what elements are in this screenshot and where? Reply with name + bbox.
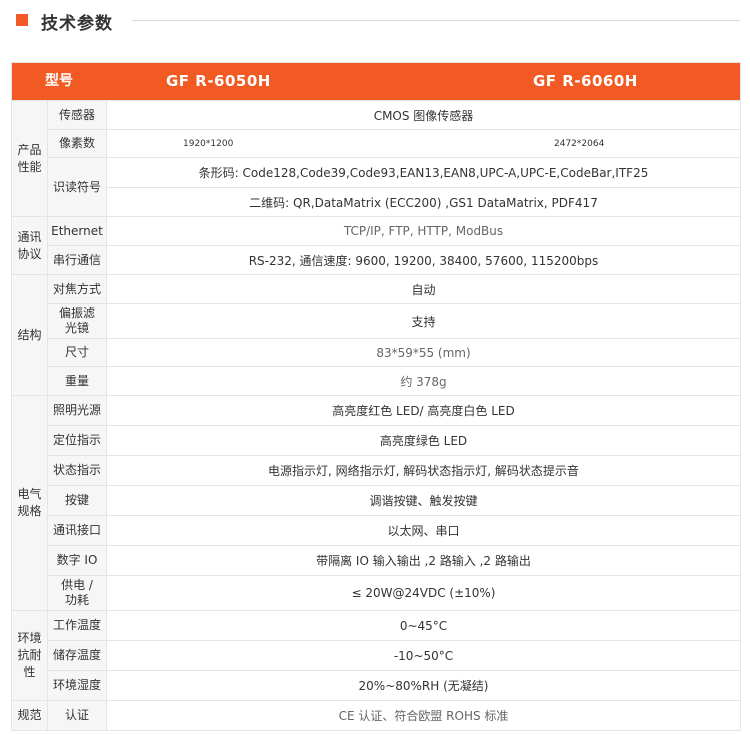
qrcode-value: 二维码: QR,DataMatrix (ECC200) ,GS1 DataMat… xyxy=(249,195,598,210)
row-value: 高亮度绿色 LED xyxy=(379,434,468,448)
group-communication: 通讯 协议 Ethernet TCP/IP, FTP, HTTP, ModBus… xyxy=(12,216,740,274)
table-row: 储存温度 -10~50°C xyxy=(48,640,740,670)
row-label: 认证 xyxy=(48,701,107,730)
row-label: 供电 / 功耗 xyxy=(48,576,107,610)
table-row: 识读符号 条形码: Code128,Code39,Code93,EAN13,EA… xyxy=(48,157,740,216)
table-row: 传感器 CMOS 图像传感器 xyxy=(48,101,740,129)
row-value: 以太网、串口 xyxy=(387,524,460,538)
model-6060h: GF R-6060H xyxy=(533,72,638,90)
model-label: 型号 xyxy=(45,73,73,89)
table-row: 偏振滤 光镜 支持 xyxy=(48,303,740,338)
group-label: 产品 性能 xyxy=(12,101,48,216)
group-label: 通讯 协议 xyxy=(12,217,48,274)
row-label: 像素数 xyxy=(48,130,107,157)
table-row: 重量 约 378g xyxy=(48,366,740,395)
row-label: 储存温度 xyxy=(48,641,107,670)
row-label: 数字 IO xyxy=(48,546,107,575)
row-label: 定位指示 xyxy=(48,426,107,455)
row-label: 偏振滤 光镜 xyxy=(48,304,107,338)
group-structure: 结构 对焦方式 自动 偏振滤 光镜 支持 尺寸 83*59*55 (mm) 重量… xyxy=(12,274,740,395)
row-value: 调谐按键、触发按键 xyxy=(369,494,478,508)
section-title: 技术参数 xyxy=(41,14,113,34)
group-product-performance: 产品 性能 传感器 CMOS 图像传感器 像素数 1920*1200 2472*… xyxy=(12,100,740,216)
row-value: 约 378g xyxy=(400,374,447,389)
row-label: 照明光源 xyxy=(48,396,107,425)
row-value: CMOS 图像传感器 xyxy=(373,108,474,123)
row-label: 对焦方式 xyxy=(48,275,107,303)
row-value: 1920*1200 2472*2064 xyxy=(107,130,740,157)
group-standards: 规范 认证 CE 认证、符合欧盟 ROHS 标准 xyxy=(12,700,740,730)
row-value: 20%~80%RH (无凝结) xyxy=(358,679,489,693)
group-electrical: 电气 规格 照明光源 高亮度红色 LED/ 高亮度白色 LED 定位指示 高亮度… xyxy=(12,395,740,610)
pixel-value-6050h: 1920*1200 xyxy=(183,138,234,149)
table-row: 通讯接口 以太网、串口 xyxy=(48,515,740,545)
row-value: TCP/IP, FTP, HTTP, ModBus xyxy=(343,224,504,238)
table-body: 产品 性能 传感器 CMOS 图像传感器 像素数 1920*1200 2472*… xyxy=(12,100,740,730)
row-value: 电源指示灯, 网络指示灯, 解码状态指示灯, 解码状态提示音 xyxy=(268,464,579,478)
row-label: 工作温度 xyxy=(48,611,107,640)
table-row: 尺寸 83*59*55 (mm) xyxy=(48,338,740,366)
table-row: 环境湿度 20%~80%RH (无凝结) xyxy=(48,670,740,700)
table-row: 数字 IO 带隔离 IO 输入输出 ,2 路输入 ,2 路输出 xyxy=(48,545,740,575)
table-header-row: 型号 GF R-6050H GF R-6060H xyxy=(12,63,740,100)
group-environment: 环境 抗耐 性 工作温度 0~45°C 储存温度 -10~50°C 环境湿度 2… xyxy=(12,610,740,700)
pixel-value-6060h: 2472*2064 xyxy=(554,138,605,149)
row-label: 串行通信 xyxy=(48,246,107,274)
row-label: 重量 xyxy=(48,367,107,395)
row-label: 按键 xyxy=(48,486,107,515)
row-value: 支持 xyxy=(411,314,436,329)
row-value: RS-232, 通信速度: 9600, 19200, 38400, 57600,… xyxy=(248,253,599,268)
barcode-value: 条形码: Code128,Code39,Code93,EAN13,EAN8,UP… xyxy=(107,158,740,188)
row-value: CE 认证、符合欧盟 ROHS 标准 xyxy=(338,709,509,723)
row-value: 83*59*55 (mm) xyxy=(376,345,471,360)
row-value: -10~50°C xyxy=(393,648,454,663)
table-row: 按键 调谐按键、触发按键 xyxy=(48,485,740,515)
table-row: 照明光源 高亮度红色 LED/ 高亮度白色 LED xyxy=(48,396,740,425)
group-label: 结构 xyxy=(12,275,48,395)
group-label: 规范 xyxy=(12,701,48,730)
table-row: 对焦方式 自动 xyxy=(48,275,740,303)
table-row: 状态指示 电源指示灯, 网络指示灯, 解码状态指示灯, 解码状态提示音 xyxy=(48,455,740,485)
row-label: 环境湿度 xyxy=(48,671,107,700)
model-6050h: GF R-6050H xyxy=(166,72,271,90)
header-divider xyxy=(132,20,740,21)
row-label: Ethernet xyxy=(48,217,107,245)
row-value: 0~45°C xyxy=(399,618,448,633)
row-label: 传感器 xyxy=(48,101,107,129)
table-row: 工作温度 0~45°C xyxy=(48,611,740,640)
table-row: 供电 / 功耗 ≤ 20W@24VDC (±10%) xyxy=(48,575,740,610)
row-label: 尺寸 xyxy=(48,339,107,366)
section-header: 技术参数 xyxy=(16,9,740,35)
row-label: 通讯接口 xyxy=(48,516,107,545)
row-label: 识读符号 xyxy=(48,158,107,216)
group-label: 电气 规格 xyxy=(12,396,48,610)
table-row: Ethernet TCP/IP, FTP, HTTP, ModBus xyxy=(48,217,740,245)
row-value: ≤ 20W@24VDC (±10%) xyxy=(351,586,496,600)
table-row: 像素数 1920*1200 2472*2064 xyxy=(48,129,740,157)
group-label: 环境 抗耐 性 xyxy=(12,611,48,700)
table-row: 串行通信 RS-232, 通信速度: 9600, 19200, 38400, 5… xyxy=(48,245,740,274)
row-value: 高亮度红色 LED/ 高亮度白色 LED xyxy=(332,404,515,418)
orange-square-icon xyxy=(16,14,28,26)
row-value: 带隔离 IO 输入输出 ,2 路输入 ,2 路输出 xyxy=(316,554,531,568)
table-row: 定位指示 高亮度绿色 LED xyxy=(48,425,740,455)
spec-table: 型号 GF R-6050H GF R-6060H 产品 性能 传感器 CMOS … xyxy=(11,62,741,731)
table-row: 认证 CE 认证、符合欧盟 ROHS 标准 xyxy=(48,701,740,730)
row-value: 自动 xyxy=(411,282,436,297)
row-label: 状态指示 xyxy=(48,456,107,485)
